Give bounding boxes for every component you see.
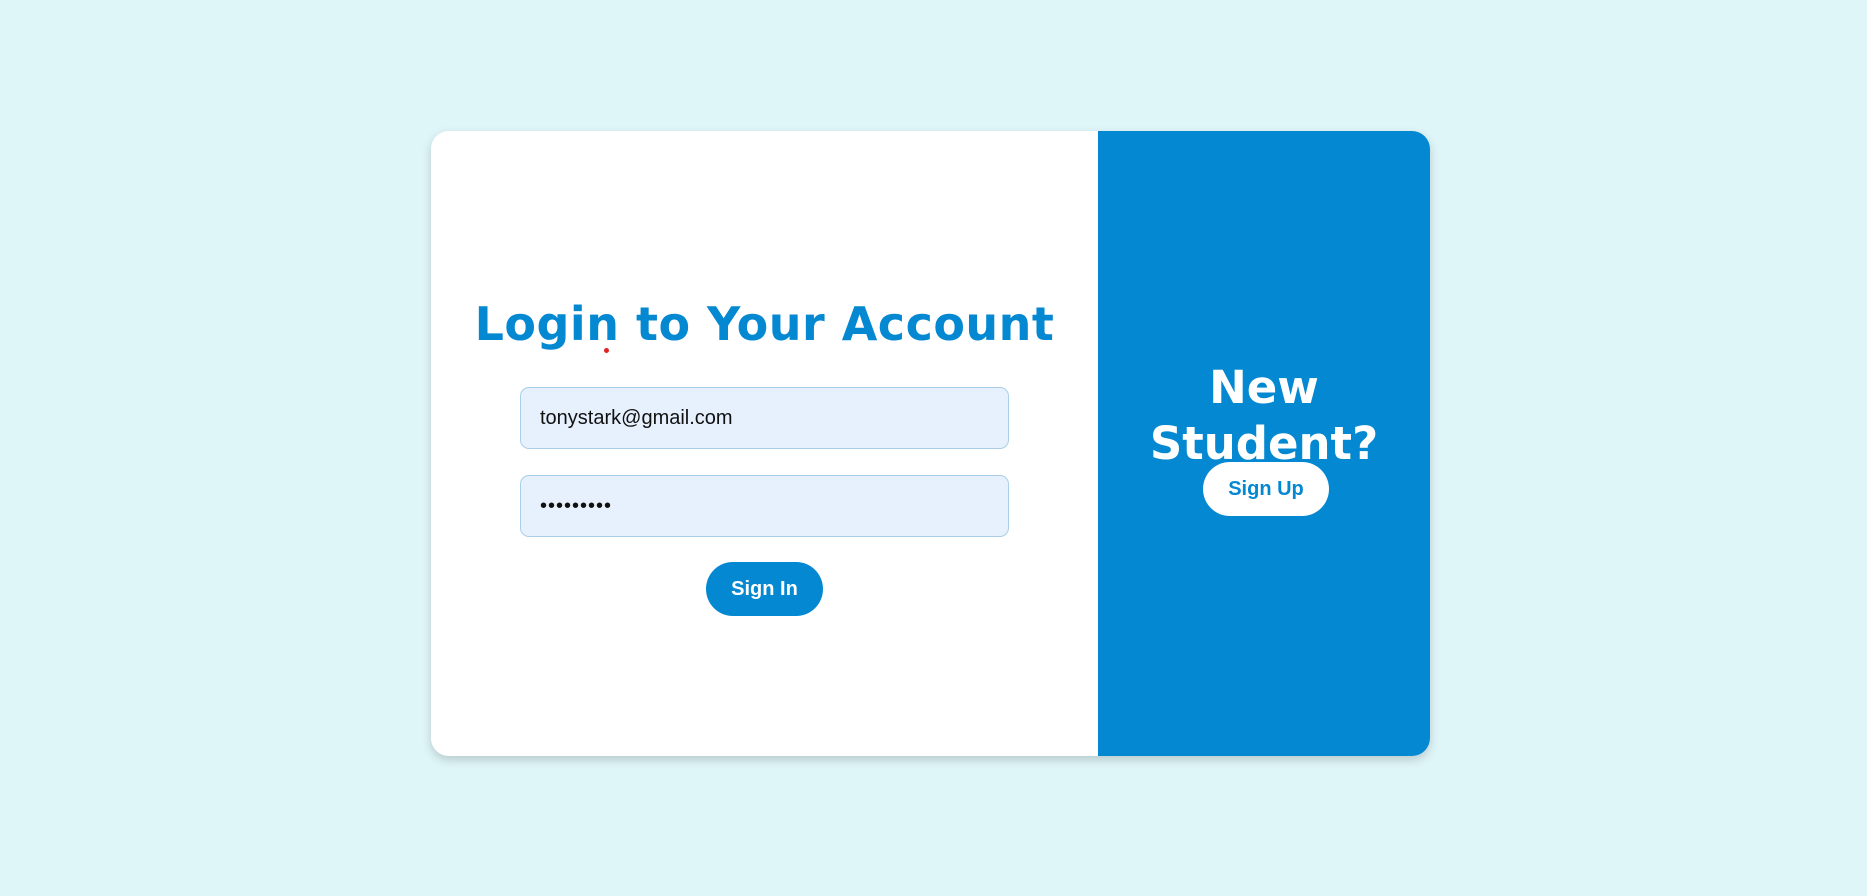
email-field[interactable] — [520, 387, 1009, 449]
login-title: Login to Your Account — [474, 297, 1055, 351]
new-student-title: New Student? — [1149, 361, 1379, 470]
spellcheck-marker — [604, 348, 609, 353]
login-panel: Login to Your Account Sign In — [431, 131, 1098, 756]
sign-in-button[interactable]: Sign In — [706, 562, 823, 616]
signup-panel: New Student? Sign Up — [1098, 131, 1430, 756]
password-field[interactable] — [520, 475, 1009, 537]
sign-up-button[interactable]: Sign Up — [1203, 462, 1329, 516]
login-card: Login to Your Account Sign In New Studen… — [431, 131, 1430, 756]
